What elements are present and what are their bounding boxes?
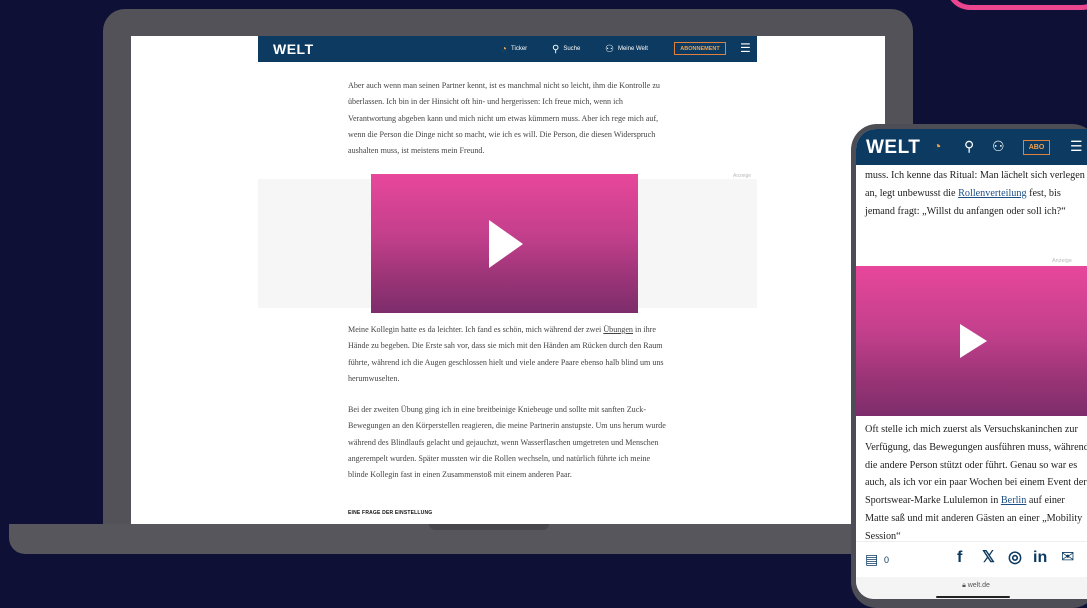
article-paragraph: muss. Ich kenne das Ritual: Man lächelt … — [865, 167, 1087, 220]
video-player[interactable] — [856, 266, 1087, 416]
mobile-screen: WELT ◔ ⚲ ⚇ ABO ☰ muss. Ich kenne das Rit… — [856, 129, 1087, 599]
menu-icon[interactable]: ☰ — [740, 42, 751, 54]
whatsapp-icon[interactable]: ◎ — [1008, 550, 1022, 566]
mobile-header: WELT ◔ ⚲ ⚇ ABO ☰ — [856, 129, 1087, 165]
user-icon: ⚇ — [605, 43, 614, 55]
phone-frame: WELT ◔ ⚲ ⚇ ABO ☰ muss. Ich kenne das Rit… — [851, 124, 1087, 608]
article-paragraph: Meine Kollegin hatte es da leichter. Ich… — [348, 322, 670, 387]
berlin-link[interactable]: Berlin — [1001, 495, 1026, 506]
nav-ticker-label: Ticker — [511, 46, 528, 52]
subscribe-button[interactable]: ABO — [1023, 140, 1050, 155]
role-link[interactable]: Rollenverteilung — [958, 188, 1026, 199]
share-bar: ▤ 0 f 𝕏 ◎ in ✉ — [856, 541, 1087, 578]
user-icon[interactable]: ⚇ — [992, 139, 1005, 153]
ad-label: Anzeige — [1052, 258, 1072, 264]
x-icon[interactable]: 𝕏 — [982, 550, 995, 566]
search-icon: ⚲ — [552, 43, 560, 55]
comment-count[interactable]: 0 — [884, 555, 889, 565]
desktop-screen: WELT ◔ Ticker ⚲ Suche ⚇ Meine Welt ABONN… — [131, 36, 885, 524]
nav-ticker[interactable]: ◔ Ticker — [501, 36, 527, 62]
nav-my-welt[interactable]: ⚇ Meine Welt — [605, 36, 648, 62]
nav-search[interactable]: ⚲ Suche — [552, 36, 580, 62]
linkedin-icon[interactable]: in — [1033, 550, 1047, 566]
welt-logo[interactable]: WELT — [273, 42, 314, 56]
ad-label: Anzeige — [733, 173, 752, 179]
play-icon[interactable] — [960, 324, 987, 358]
article-paragraph: Aber auch wenn man seinen Partner kennt,… — [348, 81, 660, 156]
exercises-link[interactable]: Übungen — [603, 325, 633, 334]
subscribe-button[interactable]: ABONNEMENT — [674, 42, 726, 55]
paragraph-text: Meine Kollegin hatte es da leichter. Ich… — [348, 325, 604, 334]
home-indicator[interactable] — [936, 596, 1010, 598]
laptop-notch — [429, 524, 549, 530]
ticker-icon[interactable]: ◔ — [933, 139, 941, 153]
paragraph-text: Oft stelle ich mich zuerst als Versuchsk… — [865, 424, 1087, 507]
video-player[interactable] — [371, 174, 638, 313]
mail-icon[interactable]: ✉ — [1061, 550, 1074, 566]
nav-search-label: Suche — [563, 46, 581, 52]
article-paragraph: Bei der zweiten Übung ging ich in eine b… — [348, 405, 666, 480]
menu-icon[interactable]: ☰ — [1070, 139, 1083, 153]
ticker-icon: ◔ — [501, 43, 508, 55]
welt-logo[interactable]: WELT — [866, 138, 920, 157]
decorative-arc — [946, 0, 1087, 10]
facebook-icon[interactable]: f — [957, 550, 962, 566]
article-paragraph: Oft stelle ich mich zuerst als Versuchsk… — [865, 421, 1087, 546]
play-icon[interactable] — [489, 220, 523, 268]
section-subheading: EINE FRAGE DER EINSTELLUNG — [348, 510, 433, 516]
nav-my-welt-label: Meine Welt — [617, 46, 648, 52]
laptop-base — [9, 524, 967, 554]
url-label: welt.de — [967, 582, 990, 589]
search-icon[interactable]: ⚲ — [964, 139, 974, 153]
desktop-header: WELT ◔ Ticker ⚲ Suche ⚇ Meine Welt ABONN… — [258, 36, 757, 62]
url-text: 🔒︎ welt.de — [856, 582, 1087, 590]
comment-icon[interactable]: ▤ — [865, 552, 878, 566]
